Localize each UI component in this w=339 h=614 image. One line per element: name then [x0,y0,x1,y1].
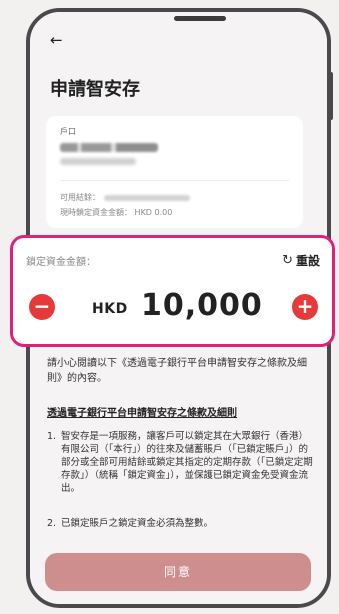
terms-intro: 請小心閱讀以下《透過電子銀行平台申請智安存之條款及細則》的內容。 [47,358,307,384]
current-locked-label: 現時鎖定資金金額： [60,208,132,217]
reset-label: 重設 [295,254,320,268]
lock-amount-label: 鎖定資金金額： [26,257,96,268]
account-name-redacted [60,143,158,152]
account-card[interactable]: 戶口 可用結餘： 現時鎖定資金金額： HKD 0.00 [46,116,303,228]
current-locked-value: HKD 0.00 [134,208,173,217]
decrease-amount-button[interactable]: − [29,294,55,320]
lock-amount-value[interactable]: 10,000 [141,288,263,323]
refresh-icon: ↻ [282,253,293,268]
card-divider [60,180,289,181]
terms-title: 透過電子銀行平台申請智安存之條款及細則 [47,408,237,419]
account-number-redacted [60,158,136,165]
terms-item: 2. 已鎖定賬戶之鎖定資金必須為整數。 [47,517,313,530]
available-balance-label: 可用結餘： [60,193,100,202]
terms-item-number: 1. [47,431,57,442]
available-balance: 可用結餘： [60,192,190,203]
account-label: 戶口 [60,127,76,136]
terms-item-text: 智安存是一項服務，讓客戶可以鎖定其在大眾銀行（香港）有限公司（「本行」）的往來及… [61,431,313,494]
back-arrow-icon[interactable]: ← [50,33,63,48]
terms-item: 1. 智安存是一項服務，讓客戶可以鎖定其在大眾銀行（香港）有限公司（「本行」）的… [47,430,313,495]
agree-button[interactable]: 同意 [45,553,311,591]
lock-amount-card: 鎖定資金金額： ↻ 重設 − HKD 10,000 + [10,235,335,347]
page-title: 申請智安存 [50,79,140,100]
reset-button[interactable]: ↻ 重設 [282,252,320,269]
currency-code: HKD [92,301,128,317]
current-locked-amount: 現時鎖定資金金額： HKD 0.00 [60,207,172,218]
terms-item-number: 2. [47,518,57,529]
increase-amount-button[interactable]: + [292,294,318,320]
available-balance-redacted [104,194,190,201]
terms-item-text: 已鎖定賬戶之鎖定資金必須為整數。 [61,518,214,529]
phone-notch [174,16,226,21]
